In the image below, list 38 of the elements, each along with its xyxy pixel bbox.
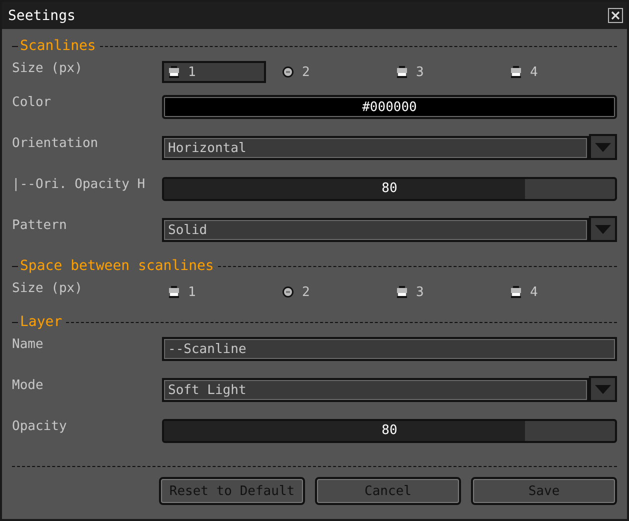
dropdown-field[interactable]: Soft Light: [162, 378, 589, 402]
field-label: Opacity: [12, 419, 68, 434]
dropdown-button[interactable]: [589, 216, 617, 242]
dropdown-button[interactable]: [589, 376, 617, 402]
field-label: Name: [12, 337, 44, 352]
caret-down-icon: [595, 224, 611, 234]
slider[interactable]: 80: [162, 419, 617, 443]
section-title: Layer: [19, 314, 64, 330]
radio-option[interactable]: 1: [162, 61, 266, 83]
dropdown-field[interactable]: Horizontal: [162, 136, 589, 160]
color-field[interactable]: #000000: [162, 95, 617, 119]
slider-value: 80: [380, 181, 398, 196]
section-title: Space between scanlines: [19, 258, 215, 274]
radio-option[interactable]: 2: [276, 281, 380, 303]
radio-option[interactable]: 3: [390, 61, 494, 83]
caret-down-icon: [595, 142, 611, 152]
dropdown-button[interactable]: [589, 134, 617, 160]
field-label: Size (px): [12, 61, 84, 76]
radio-option[interactable]: 3: [390, 281, 494, 303]
slider[interactable]: 80: [162, 177, 617, 201]
section-title: Scanlines: [19, 38, 97, 54]
field-label: Pattern: [12, 218, 68, 233]
input-field[interactable]: --Scanline: [162, 337, 617, 361]
window-title: Seetings: [8, 8, 76, 24]
radio-option[interactable]: 1: [162, 281, 266, 303]
field-label: Color: [12, 95, 52, 110]
radio-option[interactable]: 4: [504, 281, 608, 303]
close-button[interactable]: [608, 8, 623, 23]
slider-value: 80: [380, 423, 398, 438]
caret-down-icon: [595, 384, 611, 394]
field-label: |--Ori. Opacity H: [12, 177, 146, 192]
close-icon: [611, 11, 620, 20]
dropdown-field[interactable]: Solid: [162, 218, 589, 242]
radio-option[interactable]: 2: [276, 61, 380, 83]
field-label: Mode: [12, 378, 44, 393]
radio-option[interactable]: 4: [504, 61, 608, 83]
field-label: Size (px): [12, 281, 84, 296]
field-label: Orientation: [12, 136, 100, 151]
